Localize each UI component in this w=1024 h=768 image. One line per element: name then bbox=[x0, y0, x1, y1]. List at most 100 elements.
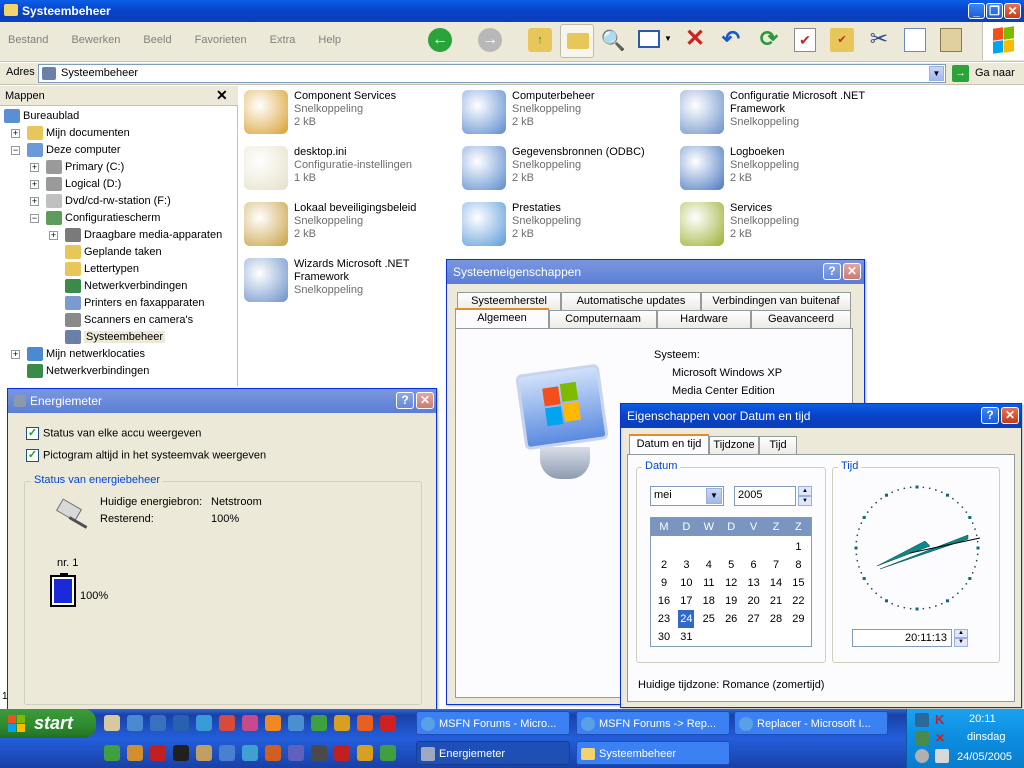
calendar-day[interactable]: 22 bbox=[787, 592, 809, 610]
quick-launch-icon[interactable] bbox=[380, 715, 396, 731]
calendar-day[interactable]: 7 bbox=[765, 556, 787, 574]
calendar-day[interactable]: 27 bbox=[743, 610, 765, 628]
tray-settings-icon[interactable] bbox=[915, 749, 929, 763]
views-icon[interactable] bbox=[638, 30, 660, 48]
start-button[interactable]: start bbox=[0, 709, 96, 738]
search-icon[interactable]: 🔍 bbox=[600, 28, 626, 54]
file-item[interactable]: Prestaties Snelkoppeling 2 kB bbox=[462, 200, 672, 252]
file-item[interactable]: Lokaal beveiligingsbeleid Snelkoppeling 2 … bbox=[244, 200, 454, 252]
calendar-day[interactable]: 20 bbox=[743, 592, 765, 610]
file-item[interactable]: Configuratie Microsoft .NET Framework Sne… bbox=[680, 88, 890, 140]
expand-icon[interactable]: + bbox=[49, 231, 58, 240]
show-each-battery-checkbox[interactable]: ✓ Status van elke accu weergeven bbox=[26, 427, 201, 440]
copy-icon[interactable] bbox=[904, 28, 926, 52]
tab-verbindingen-van-buitenaf[interactable]: Verbindingen van buitenaf bbox=[701, 292, 851, 310]
calendar-day[interactable]: 30 bbox=[653, 628, 675, 646]
tab-computernaam[interactable]: Computernaam bbox=[549, 310, 657, 328]
file-item[interactable]: Services Snelkoppeling 2 kB bbox=[680, 200, 890, 252]
collapse-icon[interactable]: − bbox=[30, 214, 39, 223]
explorer-titlebar[interactable]: Systeembeheer _ ❐ ✕ bbox=[0, 0, 1024, 22]
taskbar-button-msfn-forums-1[interactable]: MSFN Forums - Micro... bbox=[416, 711, 570, 735]
month-select[interactable]: mei ▼ bbox=[650, 486, 724, 506]
quick-launch-icon[interactable] bbox=[104, 745, 120, 761]
file-item[interactable]: desktop.ini Configuratie-instellingen 1 kB bbox=[244, 144, 454, 196]
help-button[interactable]: ? bbox=[981, 407, 999, 424]
file-item[interactable]: Gegevensbronnen (ODBC) Snelkoppeling 2 kB bbox=[462, 144, 672, 196]
taskbar-button-msfn-forums-2[interactable]: MSFN Forums -> Rep... bbox=[576, 711, 730, 735]
address-input[interactable]: Systeembeheer ▼ bbox=[38, 64, 946, 83]
collapse-icon[interactable]: − bbox=[11, 146, 20, 155]
menu-item[interactable]: Extra bbox=[270, 34, 296, 46]
calendar-day[interactable]: 12 bbox=[720, 574, 742, 592]
calendar-day[interactable]: 13 bbox=[743, 574, 765, 592]
tab-datum-en-tijd[interactable]: Datum en tijd bbox=[629, 434, 709, 454]
quick-launch-icon[interactable] bbox=[219, 715, 235, 731]
menu-item[interactable]: Bestand bbox=[8, 34, 48, 46]
calendar-day[interactable]: 26 bbox=[720, 610, 742, 628]
calendar-day[interactable]: 4 bbox=[698, 556, 720, 574]
quick-launch-icon[interactable] bbox=[150, 715, 166, 731]
tray-network-icon[interactable] bbox=[915, 731, 929, 745]
year-input[interactable]: 2005 bbox=[734, 486, 796, 506]
refresh-icon[interactable]: ⟳ bbox=[756, 26, 782, 52]
quick-launch-icon[interactable] bbox=[196, 745, 212, 761]
tray-icon[interactable] bbox=[915, 713, 929, 727]
calendar-day[interactable]: 19 bbox=[720, 592, 742, 610]
calendar-day[interactable]: 23 bbox=[653, 610, 675, 628]
quick-launch-icon[interactable] bbox=[104, 715, 120, 731]
quick-launch-icon[interactable] bbox=[150, 745, 166, 761]
calendar-day[interactable]: 5 bbox=[720, 556, 742, 574]
calendar-day[interactable]: 17 bbox=[675, 592, 697, 610]
quick-launch-icon[interactable] bbox=[173, 715, 189, 731]
quick-launch-icon[interactable] bbox=[127, 745, 143, 761]
folders-toggle-icon[interactable] bbox=[560, 24, 594, 58]
time-spinner[interactable]: ▲ ▼ bbox=[954, 629, 968, 647]
quick-launch-icon[interactable] bbox=[334, 745, 350, 761]
properties-icon[interactable]: ✔ bbox=[794, 28, 816, 52]
calendar-day[interactable]: 2 bbox=[653, 556, 675, 574]
up-folder-icon[interactable]: ↑ bbox=[528, 28, 552, 52]
delete-icon[interactable]: ✕ bbox=[682, 26, 708, 52]
maximize-button[interactable]: ❐ bbox=[986, 3, 1003, 19]
file-item[interactable]: Component Services Snelkoppeling 2 kB bbox=[244, 88, 454, 140]
back-icon[interactable]: ← bbox=[428, 28, 452, 52]
calendar-day[interactable]: 15 bbox=[787, 574, 809, 592]
quick-launch-icon[interactable] bbox=[311, 745, 327, 761]
calendar-day[interactable]: 28 bbox=[765, 610, 787, 628]
help-button[interactable]: ? bbox=[396, 392, 414, 409]
quick-launch-icon[interactable] bbox=[242, 715, 258, 731]
tab-tijdzone[interactable]: Tijdzone bbox=[709, 436, 759, 454]
always-show-icon-checkbox[interactable]: ✓ Pictogram altijd in het systeemvak weer… bbox=[26, 449, 266, 462]
calendar-day[interactable]: 6 bbox=[743, 556, 765, 574]
tab-tijd[interactable]: Tijd bbox=[759, 436, 797, 454]
calendar-day[interactable]: 16 bbox=[653, 592, 675, 610]
undo-icon[interactable]: ↶ bbox=[718, 26, 744, 52]
calendar-day[interactable]: 9 bbox=[653, 574, 675, 592]
calendar-day[interactable]: 21 bbox=[765, 592, 787, 610]
file-item[interactable]: Logboeken Snelkoppeling 2 kB bbox=[680, 144, 890, 196]
expand-icon[interactable]: + bbox=[11, 350, 20, 359]
battery-icon[interactable] bbox=[50, 573, 76, 607]
quick-launch-icon[interactable] bbox=[311, 715, 327, 731]
calendar-day[interactable]: 24 bbox=[678, 610, 695, 628]
quick-launch-icon[interactable] bbox=[265, 745, 281, 761]
quick-launch-icon[interactable] bbox=[265, 715, 281, 731]
taskbar-button-energiemeter[interactable]: Energiemeter bbox=[416, 741, 570, 765]
clock-time[interactable]: 20:11 bbox=[969, 713, 996, 725]
check-folder-icon[interactable]: ✔ bbox=[830, 28, 854, 52]
close-button[interactable]: ✕ bbox=[843, 263, 861, 280]
quick-launch-icon[interactable] bbox=[288, 715, 304, 731]
tab-geavanceerd[interactable]: Geavanceerd bbox=[751, 310, 851, 328]
file-item[interactable]: Computerbeheer Snelkoppeling 2 kB bbox=[462, 88, 672, 140]
spin-down-icon[interactable]: ▼ bbox=[954, 638, 968, 647]
year-spinner[interactable]: ▲ ▼ bbox=[798, 486, 812, 506]
tab-automatische-updates[interactable]: Automatische updates bbox=[561, 292, 701, 310]
tray-kaspersky-icon[interactable]: K bbox=[935, 713, 949, 727]
calendar-day[interactable]: 1 bbox=[787, 538, 809, 556]
calendar-day[interactable]: 29 bbox=[787, 610, 809, 628]
calendar-day[interactable]: 3 bbox=[675, 556, 697, 574]
menu-item[interactable]: Favorieten bbox=[195, 34, 247, 46]
close-button[interactable]: ✕ bbox=[1004, 3, 1021, 19]
spin-up-icon[interactable]: ▲ bbox=[798, 486, 812, 496]
file-item[interactable]: Wizards Microsoft .NET Framework Snelkopp… bbox=[244, 256, 454, 308]
